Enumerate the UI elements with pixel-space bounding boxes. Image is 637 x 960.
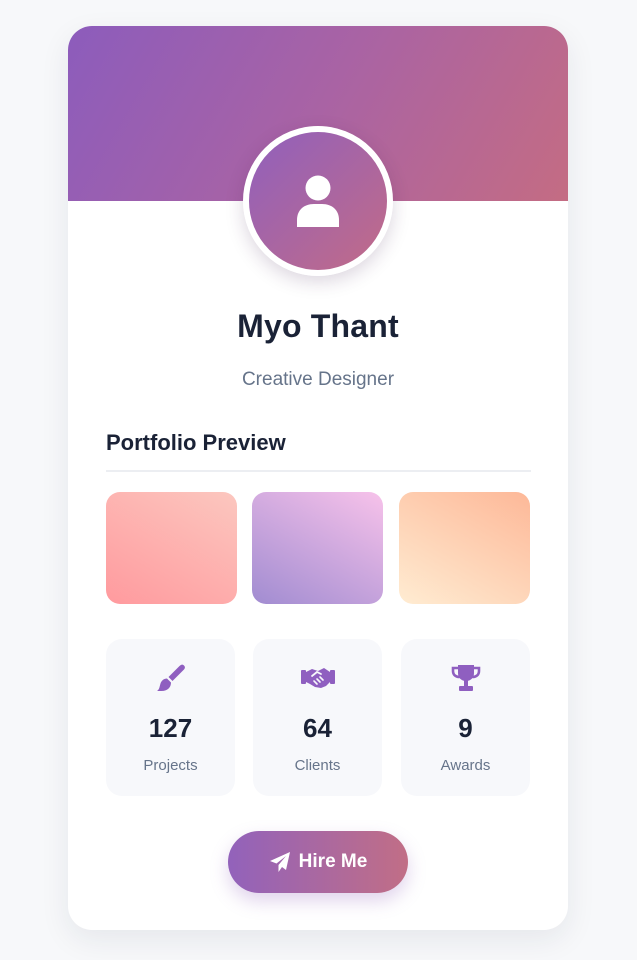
stat-label: Awards bbox=[440, 757, 491, 774]
stat-value: 127 bbox=[148, 713, 193, 743]
trophy-icon bbox=[451, 665, 480, 691]
portfolio-title: Portfolio Preview bbox=[106, 430, 286, 455]
profile-role: Creative Designer bbox=[241, 369, 395, 390]
paper-plane-icon bbox=[269, 852, 290, 872]
stat-label: Clients bbox=[294, 757, 341, 774]
avatar[interactable] bbox=[243, 126, 393, 276]
stat-label: Projects bbox=[143, 757, 198, 774]
stat-awards: 9 Awards bbox=[401, 639, 530, 796]
stat-value: 9 bbox=[458, 713, 473, 743]
portfolio-thumbnail-3[interactable] bbox=[399, 492, 530, 604]
stat-clients: 64 Clients bbox=[253, 639, 382, 796]
user-icon bbox=[297, 175, 339, 227]
portfolio-thumbnail-2[interactable] bbox=[252, 492, 383, 604]
section-divider bbox=[106, 470, 531, 472]
profile-card: Myo Thant Creative Designer Portfolio Pr… bbox=[68, 26, 568, 930]
profile-name: Myo Thant bbox=[237, 308, 399, 344]
stat-projects: 127 Projects bbox=[106, 639, 235, 796]
hire-me-button[interactable]: Hire Me bbox=[228, 831, 408, 893]
paintbrush-icon bbox=[156, 664, 185, 691]
hire-me-label: Hire Me bbox=[298, 851, 368, 872]
handshake-icon bbox=[300, 668, 335, 688]
stat-value: 64 bbox=[303, 713, 332, 743]
portfolio-thumbnail-1[interactable] bbox=[106, 492, 237, 604]
